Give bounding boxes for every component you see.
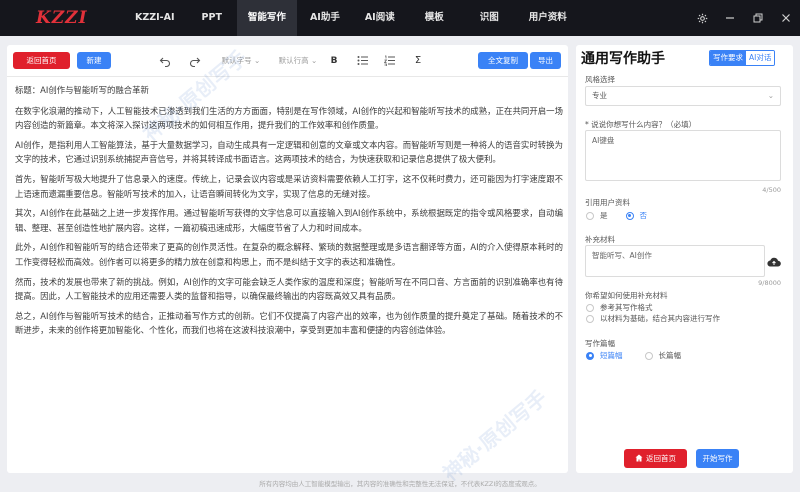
- close-icon[interactable]: [772, 0, 800, 36]
- paragraph: 然而，技术的发展也带来了新的挑战。例如，AI创作的文字可能会缺乏人类作家的温度和…: [15, 276, 563, 302]
- nav-ai-assistant[interactable]: AI助手: [297, 0, 353, 36]
- panel-tabs: 写作要求 AI对话: [709, 50, 776, 66]
- bold-icon[interactable]: B: [327, 53, 341, 69]
- paragraph: 在数字化浪潮的推动下，人工智能技术已渗透到我们生活的方方面面，特别是在写作领域，…: [15, 105, 563, 131]
- font-size-select[interactable]: 默认字号 ⌄: [217, 53, 265, 69]
- logo-text: KZZI: [36, 8, 88, 28]
- start-writing-button[interactable]: 开始写作: [696, 449, 739, 468]
- upload-icon[interactable]: [767, 256, 781, 268]
- numbered-list-icon[interactable]: [382, 53, 396, 69]
- minimize-icon[interactable]: [716, 0, 744, 36]
- redo-icon[interactable]: [187, 53, 203, 69]
- line-height-value: 默认行高: [278, 56, 309, 65]
- radio-no[interactable]: [625, 211, 634, 220]
- new-document-button[interactable]: 新建: [77, 52, 111, 69]
- paragraph: 其次，AI创作在此基础之上进一步发挥作用。通过智能听写获得的文字信息可以直接输入…: [15, 208, 563, 233]
- long-length-label: 长篇幅: [658, 351, 682, 360]
- nav-smart-writing[interactable]: 智能写作: [236, 0, 297, 36]
- radio-yes-label: 是: [600, 211, 608, 220]
- short-length-label: 短篇幅: [600, 351, 623, 360]
- document-title: 标题：AI创作与智能听写的融合革新: [15, 85, 149, 95]
- nav-templates[interactable]: 模板: [407, 0, 462, 36]
- length-options: 短篇幅 长篇幅: [586, 350, 681, 361]
- copy-all-button[interactable]: 全文复制: [478, 52, 528, 69]
- style-value: 专业: [592, 91, 607, 100]
- radio-no-label: 否: [639, 211, 648, 220]
- usage-option-content[interactable]: 以材料为基础，结合其内容进行写作: [586, 313, 720, 324]
- paragraph: 此外，AI创作和智能听写的结合还带来了更高的创作灵活性。在复杂的概念解释、繁琐的…: [15, 242, 563, 267]
- export-button[interactable]: 导出: [530, 52, 561, 69]
- disclaimer-footer: 所有内容均由人工智能模型输出，其内容的准确性和完整性无法保证，不代表KZZI的态…: [259, 480, 541, 488]
- bulleted-list-icon[interactable]: [355, 53, 369, 69]
- usage-label: 你希望如何使用补充材料: [585, 291, 668, 300]
- editor-toolbar: 返回首页 新建 默认字号 ⌄ 默认行高 ⌄ B Σ 全文复制 导出: [7, 45, 568, 77]
- paragraph: 首先，智能听写极大地提升了信息录入的速度。传统上，记录会议内容或是采访资料需要依…: [15, 173, 563, 199]
- nav-ai-reading[interactable]: AI阅读: [353, 0, 407, 36]
- formula-icon[interactable]: Σ: [411, 53, 425, 69]
- tab-writing-requirements[interactable]: 写作要求: [710, 51, 746, 65]
- font-size-value: 默认字号: [221, 56, 252, 65]
- restore-icon[interactable]: [744, 0, 772, 36]
- chevron-down-icon: ⌄: [311, 56, 318, 65]
- radio-yes[interactable]: [586, 211, 594, 220]
- panel-back-home-button[interactable]: 返回首页: [624, 449, 687, 468]
- supplement-textarea[interactable]: 智能听写、AI创作: [585, 245, 765, 277]
- panel-back-home-label: 返回首页: [646, 454, 676, 463]
- radio-short-length[interactable]: [586, 351, 594, 360]
- radio-reference-format[interactable]: [586, 303, 594, 312]
- window-controls: [688, 0, 800, 36]
- usage-opt1-label: 参考其写作格式: [600, 303, 653, 312]
- panel-title: 通用写作助手: [581, 51, 665, 67]
- radio-base-on-material[interactable]: [586, 314, 594, 323]
- supplement-value: 智能听写、AI创作: [592, 251, 652, 260]
- line-height-select[interactable]: 默认行高 ⌄: [273, 53, 323, 69]
- nav-ppt[interactable]: PPT: [187, 0, 237, 36]
- title-bar: KZZI KZZI-AI PPT 智能写作 AI助手 AI阅读 模板 识图 用户…: [0, 0, 800, 36]
- style-select[interactable]: 专业 ⌄: [585, 86, 781, 106]
- supplement-label: 补充材料: [585, 235, 615, 244]
- prompt-textarea[interactable]: AI键盘: [585, 130, 781, 181]
- document-editor: 返回首页 新建 默认字号 ⌄ 默认行高 ⌄ B Σ 全文复制 导出 标题：AI创…: [7, 45, 568, 473]
- reference-user-data-label: 引用用户资料: [585, 198, 630, 207]
- paragraph: AI创作，是指利用人工智能算法，基于大量数据学习，自动生成具有一定逻辑和创意的文…: [15, 139, 563, 165]
- home-icon: [635, 454, 643, 462]
- reference-user-data-options: 是 否: [586, 210, 647, 221]
- chevron-down-icon: ⌄: [254, 56, 261, 65]
- usage-opt2-label: 以材料为基础，结合其内容进行写作: [600, 314, 720, 323]
- prompt-value: AI键盘: [592, 136, 615, 145]
- undo-icon[interactable]: [157, 53, 173, 69]
- nav-image-recognition[interactable]: 识图: [462, 0, 517, 36]
- app-logo[interactable]: KZZI: [0, 0, 90, 36]
- nav-user-profile[interactable]: 用户资料: [517, 0, 579, 36]
- paragraph: 总之，AI创作与智能听写技术的结合，正推动着写作方式的创新。它们不仅提高了内容产…: [15, 310, 563, 336]
- document-body[interactable]: 标题：AI创作与智能听写的融合革新 在数字化浪潮的推动下，人工智能技术已渗透到我…: [15, 83, 563, 343]
- main-nav: KZZI-AI PPT 智能写作 AI助手 AI阅读 模板 识图 用户资料: [123, 0, 579, 36]
- usage-option-format[interactable]: 参考其写作格式: [586, 302, 653, 313]
- writing-assistant-panel: 通用写作助手 写作要求 AI对话 风格选择 专业 ⌄ * 说说你想写什么内容？（…: [576, 45, 793, 473]
- settings-icon[interactable]: [688, 0, 716, 36]
- radio-long-length[interactable]: [644, 351, 653, 360]
- prompt-char-count: 4/500: [762, 186, 781, 194]
- tab-ai-chat[interactable]: AI对话: [746, 51, 775, 65]
- style-label: 风格选择: [585, 75, 615, 84]
- back-home-button[interactable]: 返回首页: [13, 52, 70, 69]
- supplement-char-count: 9/8000: [758, 279, 781, 287]
- chevron-down-icon: ⌄: [767, 91, 774, 100]
- prompt-label: * 说说你想写什么内容？（必填）: [585, 120, 697, 129]
- length-label: 写作篇幅: [585, 339, 615, 348]
- nav-kzzi-ai[interactable]: KZZI-AI: [123, 0, 187, 36]
